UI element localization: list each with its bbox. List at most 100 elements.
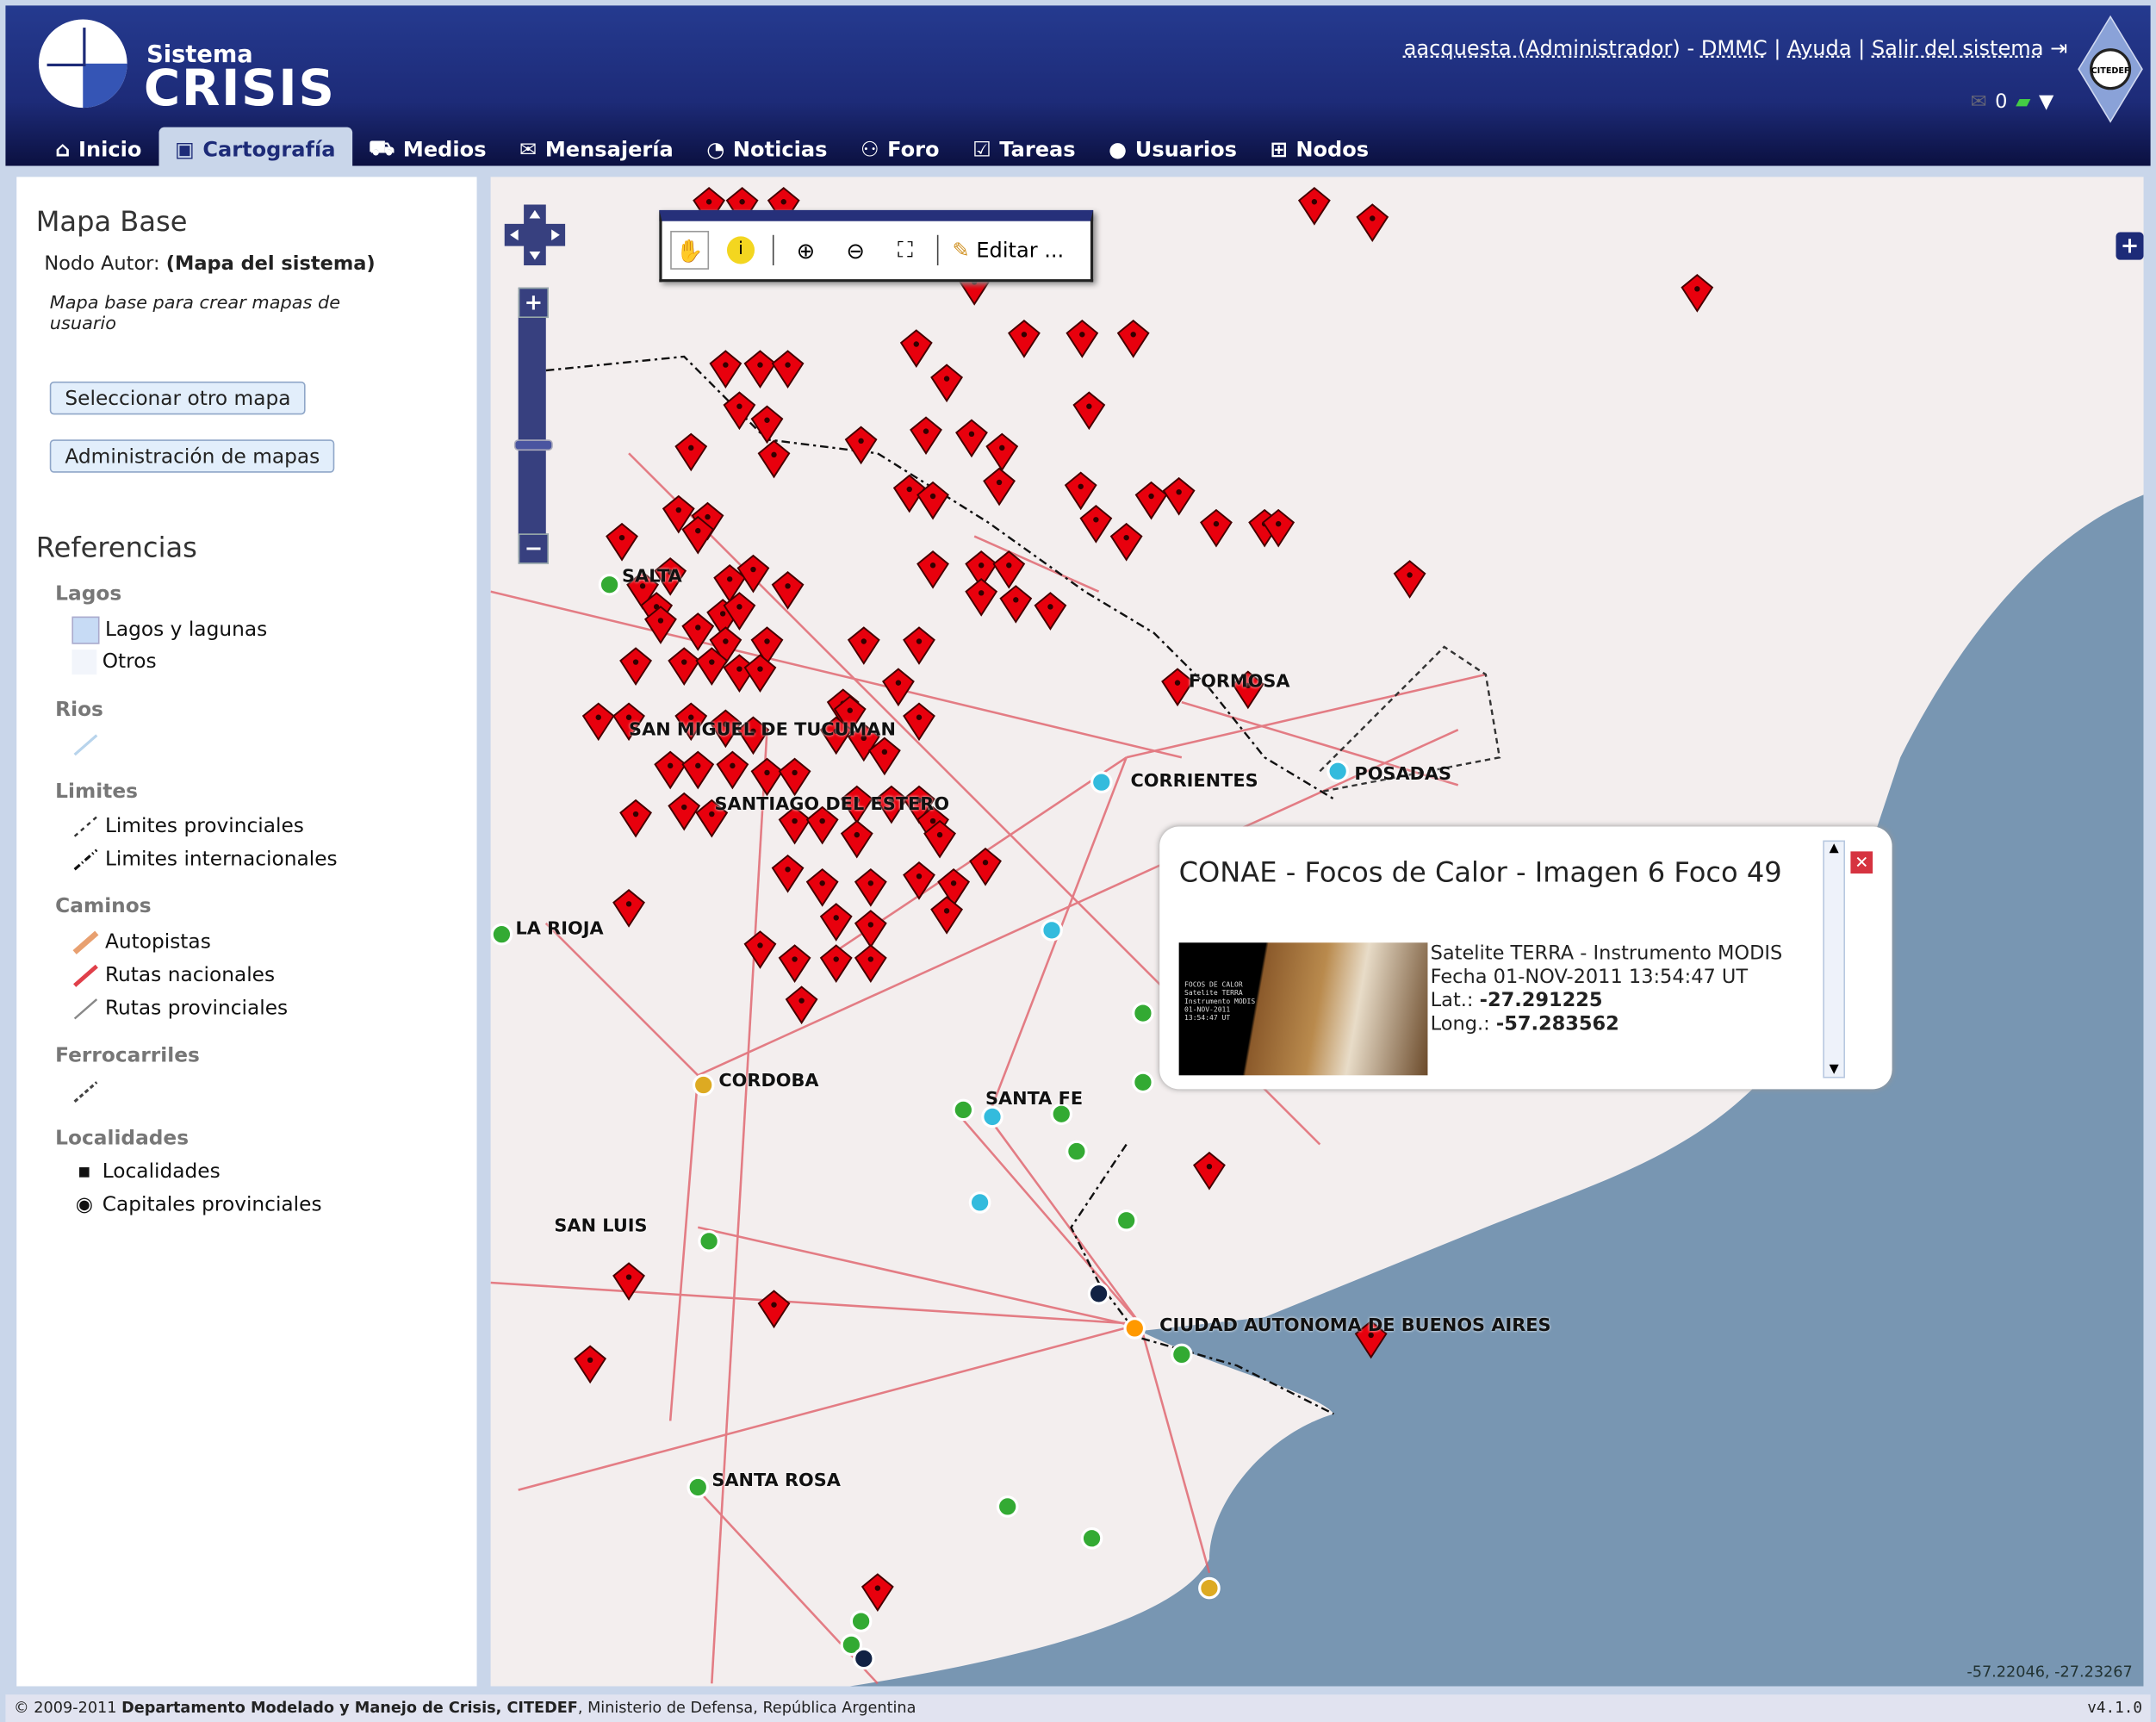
heat-spot-marker[interactable]	[757, 1290, 791, 1329]
logout-icon[interactable]: ⇥	[2050, 36, 2067, 61]
heat-spot-marker[interactable]	[785, 985, 818, 1025]
heat-spot-marker[interactable]	[861, 1573, 894, 1613]
pan-arrows-icon[interactable]	[504, 204, 566, 266]
locality-marker[interactable]	[1198, 1576, 1221, 1600]
heat-spot-marker[interactable]	[750, 757, 784, 797]
map-admin-button[interactable]: Administración de mapas	[49, 439, 335, 473]
chat-icon[interactable]: ▰	[2016, 91, 2030, 114]
zoom-in-icon[interactable]: ⊕	[788, 233, 824, 269]
select-map-button[interactable]: Seleccionar otro mapa	[49, 381, 307, 415]
heat-spot-marker[interactable]	[965, 578, 998, 617]
heat-spot-marker[interactable]	[1393, 560, 1426, 599]
heat-spot-marker[interactable]	[743, 350, 777, 389]
envelope-icon[interactable]: ✉	[1971, 91, 1987, 114]
zoom-out-icon[interactable]: ⊖	[837, 233, 873, 269]
tab-inicio[interactable]: ⌂ Inicio	[39, 127, 158, 171]
heat-spot-marker[interactable]	[819, 903, 853, 942]
locality-marker[interactable]	[849, 1610, 873, 1632]
heat-spot-marker[interactable]	[1200, 508, 1233, 548]
map-viewport[interactable]: FORMOSA CORRIENTES POSADAS SAN MIGUEL DE TU…	[490, 177, 2144, 1687]
heat-spot-marker[interactable]	[743, 654, 777, 693]
heat-spot-marker[interactable]	[819, 944, 853, 983]
info-icon[interactable]: i	[723, 233, 759, 269]
heat-spot-marker[interactable]	[612, 889, 645, 928]
heat-spot-marker[interactable]	[899, 329, 933, 368]
tab-noticias[interactable]: ◔ Noticias	[690, 127, 844, 171]
heat-spot-marker[interactable]	[1079, 505, 1113, 544]
heat-spot-marker[interactable]	[1008, 320, 1041, 358]
dropdown-icon[interactable]: ▼	[2039, 91, 2053, 114]
heat-spot-marker[interactable]	[1297, 186, 1331, 226]
heat-spot-marker[interactable]	[916, 550, 949, 589]
user-link[interactable]: aacquesta (Administrador)	[1404, 36, 1681, 61]
locality-marker[interactable]	[968, 1191, 991, 1214]
help-link[interactable]: Ayuda	[1787, 36, 1851, 61]
heat-spot-marker[interactable]	[1193, 1151, 1226, 1190]
heat-spot-marker[interactable]	[805, 867, 839, 907]
locality-marker[interactable]	[952, 1098, 975, 1122]
locality-marker[interactable]	[981, 1105, 1003, 1128]
node-link[interactable]: DMMC	[1701, 36, 1768, 61]
heat-spot-marker[interactable]	[1134, 481, 1168, 520]
heat-spot-marker[interactable]	[654, 750, 687, 790]
heat-spot-marker[interactable]	[1064, 471, 1097, 511]
heat-spot-marker[interactable]	[1116, 320, 1150, 358]
heat-spot-marker[interactable]	[1356, 203, 1389, 242]
zoom-in-button[interactable]: +	[518, 287, 549, 319]
locality-marker[interactable]	[692, 1073, 715, 1097]
heat-spot-marker[interactable]	[574, 1345, 607, 1384]
zoom-out-button[interactable]: −	[518, 533, 549, 564]
heat-spot-marker[interactable]	[985, 432, 1019, 472]
locality-marker[interactable]	[1087, 1282, 1110, 1305]
heat-spot-marker[interactable]	[999, 585, 1033, 624]
heat-spot-marker[interactable]	[709, 350, 742, 389]
locality-marker[interactable]	[996, 1495, 1019, 1518]
heat-spot-marker[interactable]	[844, 426, 878, 465]
heat-spot-marker[interactable]	[840, 819, 873, 859]
pan-control[interactable]	[504, 204, 566, 266]
heat-spot-marker[interactable]	[668, 792, 701, 831]
scroll-up-icon[interactable]: ▲	[1824, 842, 1843, 855]
heat-spot-marker[interactable]	[983, 467, 1016, 507]
zoom-slider-handle[interactable]	[513, 439, 553, 451]
locality-marker[interactable]	[698, 1230, 720, 1253]
heat-spot-marker[interactable]	[881, 668, 915, 707]
heat-spot-marker[interactable]	[854, 910, 887, 948]
heat-spot-marker[interactable]	[778, 944, 811, 983]
layer-switcher-button[interactable]: +	[2116, 232, 2144, 260]
tab-foro[interactable]: ⚇ Foro	[844, 127, 956, 171]
zoom-extent-icon[interactable]: ⛶	[887, 233, 923, 269]
heat-spot-marker[interactable]	[955, 419, 988, 458]
locality-marker[interactable]	[687, 1476, 710, 1499]
locality-marker[interactable]	[1132, 1002, 1154, 1024]
tab-nodos[interactable]: ⊞ Nodos	[1253, 127, 1385, 171]
heat-spot-marker[interactable]	[1066, 320, 1099, 358]
logout-link[interactable]: Salir del sistema	[1872, 36, 2044, 61]
popup-close-button[interactable]: ✕	[1850, 851, 1873, 874]
heat-spot-marker[interactable]	[903, 861, 935, 900]
locality-marker[interactable]	[1066, 1140, 1088, 1163]
locality-marker[interactable]	[1132, 1071, 1154, 1094]
heat-spot-marker[interactable]	[757, 439, 791, 479]
heat-spot-marker[interactable]	[1109, 522, 1143, 562]
heat-spot-marker[interactable]	[619, 799, 652, 838]
heat-spot-marker[interactable]	[750, 405, 784, 444]
tab-cartografia[interactable]: ▣ Cartografía	[158, 127, 352, 171]
heat-spot-marker[interactable]	[743, 930, 777, 969]
heat-spot-marker[interactable]	[1681, 274, 1714, 313]
heat-spot-marker[interactable]	[716, 750, 749, 790]
satellite-thumbnail[interactable]: FOCOS DE CALOR Satelite TERRA Instrument…	[1178, 942, 1428, 1076]
heat-spot-marker[interactable]	[847, 626, 880, 665]
popup-scrollbar[interactable]: ▲ ▼	[1823, 840, 1846, 1079]
locality-marker[interactable]	[1090, 771, 1113, 793]
locality-marker[interactable]	[598, 573, 621, 596]
heat-spot-marker[interactable]	[969, 847, 1002, 886]
locality-marker[interactable]	[1123, 1317, 1146, 1340]
heat-spot-marker[interactable]	[606, 522, 638, 562]
heat-spot-marker[interactable]	[771, 350, 805, 389]
locality-marker[interactable]	[1041, 918, 1063, 942]
heat-spot-marker[interactable]	[1162, 476, 1196, 516]
heat-spot-marker[interactable]	[854, 867, 887, 907]
heat-spot-marker[interactable]	[668, 647, 701, 686]
scroll-down-icon[interactable]: ▼	[1824, 1063, 1843, 1077]
